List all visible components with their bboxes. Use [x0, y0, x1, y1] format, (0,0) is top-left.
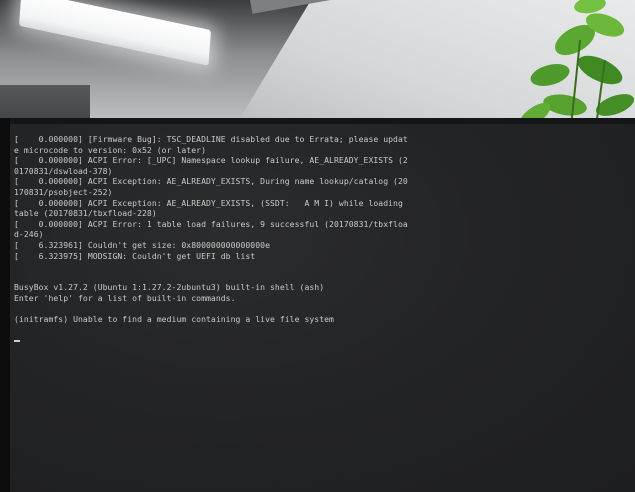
- terminal-line: [ 0.000000] [Firmware Bug]: TSC_DEADLINE…: [14, 134, 408, 144]
- terminal-line: [ 0.000000] ACPI Exception: AE_ALREADY_E…: [14, 197, 403, 208]
- monitor-screen[interactable]: [ 0.000000] [Firmware Bug]: TSC_DEADLINE…: [10, 124, 635, 492]
- terminal-line: d-246): [14, 229, 44, 240]
- terminal-line: [ 0.000000] ACPI Exception: AE_ALREADY_E…: [14, 176, 408, 187]
- terminal-line: e microcode to version: 0x52 (or later): [14, 144, 206, 155]
- terminal-line: Enter 'help' for a list of built-in comm…: [14, 292, 236, 303]
- terminal-line: [ 6.323961] Couldn't get size: 0x8000000…: [14, 239, 270, 250]
- plant-leaves: [519, 0, 635, 135]
- terminal-line: 0170831/dswload-378): [14, 165, 113, 176]
- terminal-line: table (20170831/tbxfload-228): [14, 208, 157, 219]
- terminal-line: (initramfs) Unable to find a medium cont…: [14, 314, 334, 325]
- potted-plant: [519, 0, 635, 135]
- monitor-bezel: [0, 118, 10, 492]
- terminal-line: BusyBox v1.27.2 (Ubuntu 1:1.27.2-2ubuntu…: [14, 282, 325, 293]
- terminal-line: 170831/psobject-252): [14, 186, 113, 197]
- terminal-line: [ 6.323975] MODSIGN: Couldn't get UEFI d…: [14, 250, 256, 261]
- terminal-line: [ 0.000000] ACPI Error: 1 table load fai…: [14, 218, 408, 229]
- terminal-output: [ 0.000000] [Firmware Bug]: TSC_DEADLINE…: [14, 134, 444, 346]
- photo-scene: [ 0.000000] [Firmware Bug]: TSC_DEADLINE…: [0, 0, 635, 492]
- terminal-cursor-line[interactable]: [14, 335, 444, 346]
- terminal-cursor: [14, 339, 20, 342]
- terminal-line: [ 0.000000] ACPI Error: [_UPC] Namespace…: [14, 155, 408, 166]
